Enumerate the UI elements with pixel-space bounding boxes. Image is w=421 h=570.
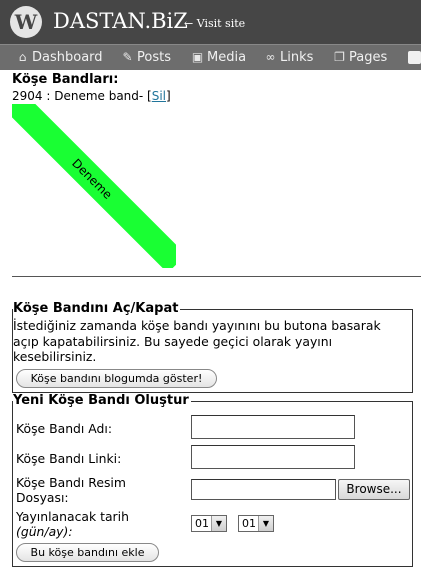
visit-site-link[interactable]: ← Visit site [184, 16, 245, 32]
admin-header: W DASTAN.BiZ ← Visit site [0, 0, 421, 44]
admin-menu: ⌂ Dashboard ✎ Posts ▣ Media ∞ Links ❐ Pages [0, 44, 421, 70]
menu-item-links[interactable]: ∞ Links [264, 45, 314, 71]
corner-ribbon-preview: Deneme [12, 104, 176, 268]
banner-name-input[interactable] [191, 415, 355, 439]
menu-item-label: Posts [137, 50, 171, 65]
month-select[interactable]: 01 ▼ [238, 515, 274, 532]
day-select-value: 01 [195, 517, 209, 530]
pin-icon: ✎ [122, 50, 133, 64]
browse-button[interactable]: Browse... [338, 479, 410, 500]
publish-date-label-line2: (gün/ay): [16, 524, 73, 539]
banner-entry-close: ] [166, 89, 171, 103]
link-icon: ∞ [265, 50, 276, 64]
menu-item-posts[interactable]: ✎ Posts [121, 45, 171, 71]
wordpress-logo-icon[interactable]: W [10, 6, 42, 38]
menu-item-pages[interactable]: ❐ Pages [333, 45, 387, 71]
banner-image-label-line1: Köşe Bandı Resim [16, 475, 126, 490]
chevron-down-icon[interactable]: ▼ [258, 516, 273, 531]
house-icon: ⌂ [18, 50, 27, 64]
menu-item-label: Dashboard [32, 50, 103, 65]
toggle-banner-legend: Köşe Bandını Aç/Kapat [13, 301, 181, 317]
chevron-down-icon[interactable]: ▼ [211, 516, 226, 531]
comments-icon[interactable] [408, 51, 421, 64]
add-banner-button[interactable]: Bu köşe bandını ekle [16, 543, 159, 562]
banner-name-label: Köşe Bandı Adı: [16, 421, 113, 436]
show-banner-button[interactable]: Köşe bandını blogumda göster! [16, 369, 217, 388]
menu-item-label: Links [280, 50, 314, 65]
site-title[interactable]: DASTAN.BiZ [53, 8, 188, 34]
day-select[interactable]: 01 ▼ [191, 515, 227, 532]
toggle-banner-description: İstediğiniz zamanda köşe bandı yayınını … [13, 318, 381, 364]
new-banner-fieldset: Yeni Köşe Bandı Oluştur Köşe Bandı Adı: … [12, 393, 413, 567]
new-banner-legend: Yeni Köşe Bandı Oluştur [13, 393, 191, 409]
toggle-banner-fieldset: Köşe Bandını Aç/Kapat İstediğiniz zamand… [12, 301, 413, 393]
menu-item-label: Pages [349, 50, 388, 65]
publish-date-label: Yayınlanacak tarih (gün/ay): [16, 509, 129, 539]
banner-image-label-line2: Dosyası: [16, 490, 69, 505]
banner-entry: 2904 : Deneme band- [Sil] [12, 89, 171, 103]
banners-title: Köşe Bandları: [12, 72, 119, 87]
banner-link-input[interactable] [191, 445, 355, 469]
pages-icon: ❐ [334, 50, 345, 64]
delete-banner-link[interactable]: Sil [152, 89, 166, 103]
banner-image-label: Köşe Bandı Resim Dosyası: [16, 475, 126, 505]
banner-link-label: Köşe Bandı Linki: [16, 451, 122, 466]
divider [12, 276, 421, 277]
menu-item-media[interactable]: ▣ Media [191, 45, 246, 71]
month-select-value: 01 [242, 517, 256, 530]
publish-date-label-line1: Yayınlanacak tarih [16, 509, 129, 524]
banner-entry-text: 2904 : Deneme band- [ [12, 89, 152, 103]
menu-item-label: Media [207, 50, 247, 65]
menu-item-dashboard[interactable]: ⌂ Dashboard [16, 45, 103, 71]
banner-image-file-input[interactable] [191, 479, 336, 500]
media-icon: ▣ [191, 50, 204, 64]
corner-ribbon: Deneme [12, 104, 176, 268]
